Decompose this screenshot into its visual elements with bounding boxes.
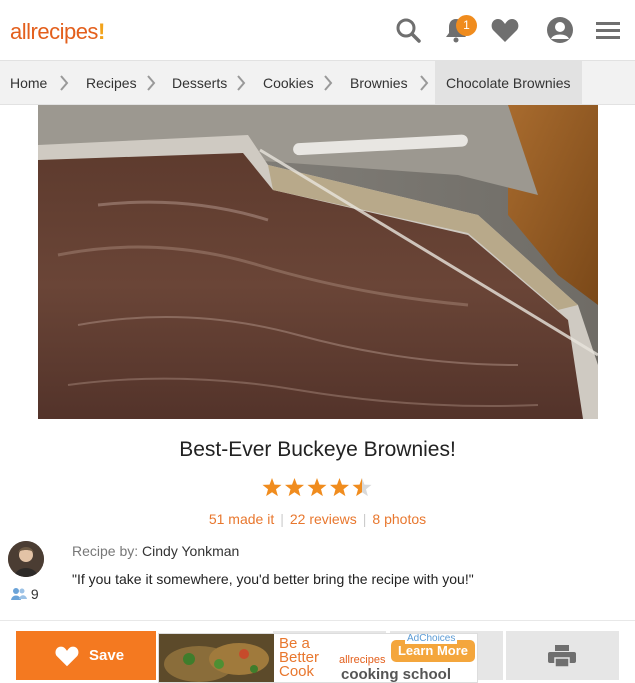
save-button[interactable]: Save — [16, 631, 156, 680]
print-button[interactable] — [506, 631, 619, 680]
chevron-right-icon — [237, 75, 246, 91]
chevron-right-icon — [420, 75, 429, 91]
recipe-photo[interactable] — [38, 105, 598, 419]
recipe-stats: 51 made it | 22 reviews | 8 photos — [0, 511, 635, 527]
breadcrumb-home[interactable]: Home — [10, 61, 47, 105]
app-header: allrecipes! 1 — [0, 0, 635, 60]
breadcrumb: Home Recipes Desserts Cookies Brownies C… — [0, 60, 635, 105]
recipe-title: Best-Ever Buckeye Brownies! — [179, 438, 456, 461]
breadcrumb-desserts[interactable]: Desserts — [172, 61, 227, 105]
chevron-right-icon — [147, 75, 156, 91]
adchoices-link[interactable]: AdChoices — [405, 634, 458, 644]
followers-number: 9 — [30, 586, 39, 602]
print-icon — [548, 645, 576, 668]
rating-star — [262, 478, 282, 497]
chevron-right-icon — [324, 75, 333, 91]
menu-icon[interactable] — [595, 16, 621, 44]
logo-text: allrecipes — [10, 19, 98, 44]
rating-star — [329, 478, 350, 497]
stats-separator: | — [362, 511, 367, 527]
ad-brand-logo: allrecipes — [339, 654, 386, 666]
heart-icon — [55, 646, 79, 667]
bottom-action-bar: Save Be a Better Cook allrecipes Learn M… — [0, 620, 635, 683]
breadcrumb-brownies[interactable]: Brownies — [350, 61, 408, 105]
ad-food-image — [159, 634, 274, 682]
followers-count[interactable]: 9 — [11, 586, 39, 602]
ad-tagline: Be a Better Cook — [279, 635, 320, 680]
chevron-right-icon — [60, 75, 69, 91]
breadcrumb-chocolate-brownies[interactable]: Chocolate Brownies — [435, 61, 582, 105]
allrecipes-logo[interactable]: allrecipes! — [10, 19, 105, 45]
breadcrumb-recipes[interactable]: Recipes — [86, 61, 137, 105]
photos-link[interactable]: 8 photos — [372, 511, 426, 527]
save-label: Save — [89, 647, 125, 664]
heart-icon[interactable] — [490, 16, 520, 44]
rating-star — [352, 478, 372, 497]
recipe-by-label: Recipe by: — [72, 543, 139, 559]
recipe-author: Recipe by: Cindy Yonkman — [72, 543, 239, 559]
rating-star — [307, 478, 327, 497]
notification-badge: 1 — [456, 15, 477, 36]
made-it-link[interactable]: 51 made it — [209, 511, 274, 527]
reviews-link[interactable]: 22 reviews — [290, 511, 357, 527]
followers-icon — [11, 588, 27, 600]
stats-separator: | — [280, 511, 284, 527]
rating-stars[interactable] — [261, 477, 373, 499]
author-avatar[interactable] — [8, 541, 44, 577]
advertisement-banner[interactable]: Be a Better Cook allrecipes Learn More c… — [158, 633, 478, 683]
user-icon[interactable] — [546, 16, 574, 44]
recipe-quote: "If you take it somewhere, you'd better … — [72, 571, 474, 587]
author-name[interactable]: Cindy Yonkman — [142, 543, 239, 559]
logo-mark: ! — [97, 19, 105, 44]
search-icon[interactable] — [394, 16, 422, 44]
ad-school-text: cooking school — [341, 666, 452, 683]
rating-star — [284, 478, 305, 497]
breadcrumb-cookies[interactable]: Cookies — [263, 61, 314, 105]
